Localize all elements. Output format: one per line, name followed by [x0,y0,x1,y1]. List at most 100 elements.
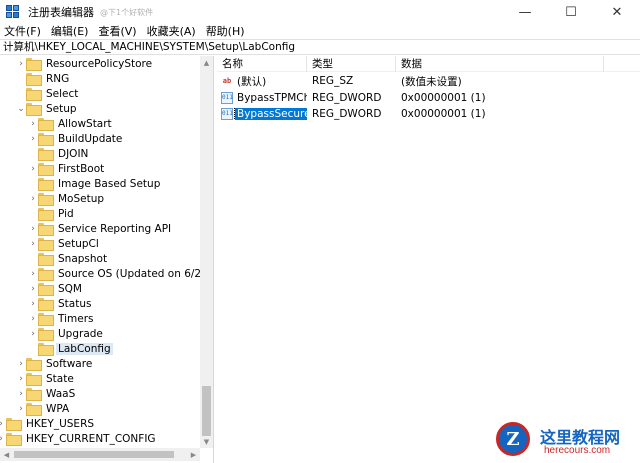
tree-item-firstboot[interactable]: › FirstBoot [28,161,106,176]
tree-item-label: BuildUpdate [58,132,123,145]
tree-item-upgrade[interactable]: › Upgrade [28,326,105,341]
tree-item-label: Pid [58,207,74,220]
tree-item-status[interactable]: › Status [28,296,93,311]
folder-icon [38,148,54,161]
scroll-down-arrow-icon[interactable]: ▼ [200,435,213,448]
tree-item-wpa[interactable]: › WPA [16,401,71,416]
tree-item-label: AllowStart [58,117,112,130]
tree-item-label: SetupCl [58,237,99,250]
menu-edit[interactable]: 编辑(E) [46,23,94,39]
scrollbar-thumb[interactable] [14,451,174,458]
tree-item-label: HKEY_CURRENT_CONFIG [26,432,156,445]
tree-item-image-based-setup[interactable]: Image Based Setup [28,176,162,191]
collapse-arrow-icon[interactable]: ⌄ [16,101,26,116]
expand-arrow-icon[interactable]: › [16,401,26,416]
tree-item-resourcepolicystore[interactable]: › ResourcePolicyStore [16,56,154,71]
expand-arrow-icon[interactable]: › [28,281,38,296]
expand-arrow-icon[interactable]: › [28,116,38,131]
site-logo-icon: Z [496,422,530,456]
folder-icon [26,373,42,386]
expand-arrow-icon[interactable]: › [16,56,26,71]
minimize-button[interactable]: — [502,0,548,24]
tree-item-label: ResourcePolicyStore [46,57,153,70]
value-row-bypasssecureboot[interactable]: 011 BypassSecure... REG_DWORD 0x00000001… [217,106,596,122]
folder-icon [6,433,22,446]
value-row-bypasstpmcheck[interactable]: 011 BypassTPMCh... REG_DWORD 0x00000001 … [217,90,596,106]
tree-item-labconfig[interactable]: LabConfig [28,341,113,356]
tree-item-label: RNG [46,72,70,85]
folder-icon [38,163,54,176]
expand-arrow-icon[interactable]: › [16,371,26,386]
maximize-button[interactable]: ☐ [548,0,594,24]
tree-vertical-scrollbar[interactable]: ▲ ▼ [200,56,213,448]
folder-icon [26,73,42,86]
value-type: REG_SZ [312,75,354,87]
folder-icon [26,358,42,371]
value-type: REG_DWORD [312,92,382,104]
tree-item-software[interactable]: › Software [16,356,94,371]
expand-arrow-icon[interactable]: › [28,191,38,206]
expand-arrow-icon[interactable]: › [28,131,38,146]
expand-arrow-icon[interactable]: › [16,386,26,401]
folder-icon [26,403,42,416]
expand-arrow-icon[interactable]: › [16,356,26,371]
scroll-left-arrow-icon[interactable]: ◀ [0,448,13,461]
dword-value-icon: 011 [221,92,233,104]
tree-item-pid[interactable]: Pid [28,206,76,221]
folder-icon [6,418,22,431]
expand-arrow-icon[interactable]: › [28,236,38,251]
tree-item-allowstart[interactable]: › AllowStart [28,116,114,131]
close-button[interactable]: ✕ [594,0,640,24]
tree-item-label: Service Reporting API [58,222,172,235]
expand-arrow-icon[interactable]: › [28,296,38,311]
tree-item-service-reporting-api[interactable]: › Service Reporting API [28,221,173,236]
tree-item-mosetup[interactable]: › MoSetup [28,191,106,206]
key-tree-pane[interactable]: › ResourcePolicyStore RNG Select ⌄ Setup… [0,56,214,463]
tree-horizontal-scrollbar[interactable]: ◀ ▶ [0,448,200,461]
tree-item-buildupdate[interactable]: › BuildUpdate [28,131,124,146]
menu-bar: 文件(F) 编辑(E) 查看(V) 收藏夹(A) 帮助(H) [0,22,640,39]
expand-arrow-icon[interactable]: › [28,326,38,341]
menu-favorites[interactable]: 收藏夹(A) [142,23,201,39]
column-data-header[interactable]: 数据 [396,56,604,72]
scroll-up-arrow-icon[interactable]: ▲ [200,56,213,69]
expand-arrow-icon[interactable]: › [28,311,38,326]
value-type: REG_DWORD [312,108,382,120]
menu-file[interactable]: 文件(F) [0,23,46,39]
tree-item-setupcl[interactable]: › SetupCl [28,236,101,251]
expand-arrow-icon[interactable]: › [28,221,38,236]
tree-item-sqm[interactable]: › SQM [28,281,84,296]
window-controls: — ☐ ✕ [502,0,640,24]
value-row-default[interactable]: ab (默认) REG_SZ (数值未设置) [217,73,596,89]
menu-help[interactable]: 帮助(H) [201,23,250,39]
expand-arrow-icon[interactable]: › [28,266,38,281]
scrollbar-thumb[interactable] [202,386,211,436]
tree-item-select[interactable]: Select [16,86,80,101]
tree-item-snapshot[interactable]: Snapshot [28,251,109,266]
address-bar[interactable]: 计算机\HKEY_LOCAL_MACHINE\SYSTEM\Setup\LabC… [0,39,640,55]
tree-item-source-os[interactable]: › Source OS (Updated on 6/22/202 [28,266,213,281]
folder-icon [38,133,54,146]
value-name-edit[interactable]: BypassSecure... [234,108,307,120]
tree-item-hkey-users[interactable]: › HKEY_USERS [0,416,96,431]
tree-item-djoin[interactable]: DJOIN [28,146,90,161]
folder-icon [38,208,54,221]
tree-item-rng[interactable]: RNG [16,71,71,86]
values-list-pane[interactable]: 名称 类型 数据 ab (默认) REG_SZ (数值未设置) 011 Bypa… [217,56,640,463]
tree-item-hkey-current-config[interactable]: › HKEY_CURRENT_CONFIG [0,431,158,446]
tree-item-setup[interactable]: ⌄ Setup [16,101,79,116]
tree-item-label: WaaS [46,387,76,400]
site-watermark-logo: Z 这里教程网 herecours.com [490,418,640,463]
dword-value-icon: 011 [221,108,233,120]
expand-arrow-icon[interactable]: › [28,161,38,176]
tree-item-timers[interactable]: › Timers [28,311,95,326]
tree-item-waas[interactable]: › WaaS [16,386,77,401]
folder-icon [26,103,42,116]
tree-item-state[interactable]: › State [16,371,76,386]
scroll-right-arrow-icon[interactable]: ▶ [187,448,200,461]
folder-icon [38,118,54,131]
column-type-header[interactable]: 类型 [307,56,396,72]
tree-item-label: Timers [58,312,94,325]
menu-view[interactable]: 查看(V) [93,23,141,39]
column-name-header[interactable]: 名称 [217,56,307,72]
